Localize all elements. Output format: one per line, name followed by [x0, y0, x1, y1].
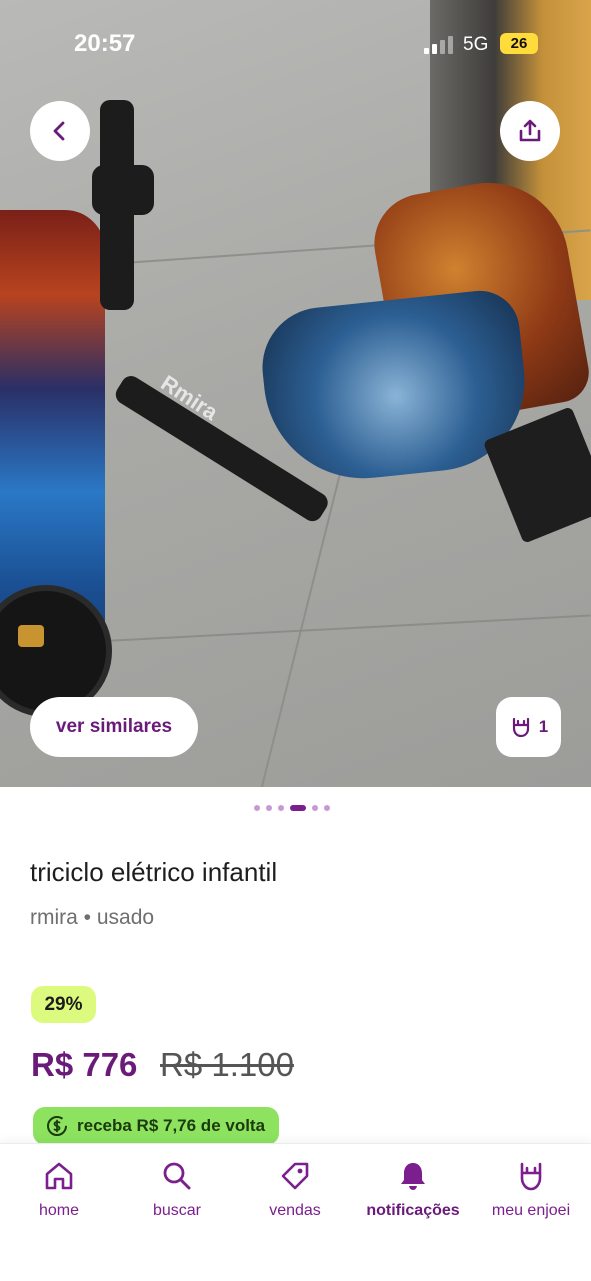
share-button[interactable]	[500, 101, 560, 161]
chevron-left-icon	[53, 121, 65, 141]
battery-indicator: 26	[500, 33, 538, 54]
network-type: 5G	[463, 34, 489, 55]
nav-item-label: buscar	[152, 1202, 202, 1219]
tag-icon	[281, 1162, 309, 1190]
discount-badge: 29%	[31, 986, 96, 1023]
nav-item-profile[interactable]: meu enjoei	[472, 1160, 590, 1220]
search-icon	[163, 1162, 191, 1190]
product-meta: rmira • usado	[30, 906, 154, 930]
nav-item-search[interactable]: buscar	[118, 1160, 236, 1220]
nav-item-sales[interactable]: vendas	[236, 1160, 354, 1220]
pagination-dot-active[interactable]	[290, 805, 306, 811]
cashback-icon	[47, 1116, 67, 1136]
pagination-dot[interactable]	[278, 805, 284, 811]
product-old-price: R$ 1.100	[160, 1046, 294, 1083]
scooter-hub	[18, 625, 44, 647]
status-bar: 20:57 5G 26	[0, 0, 591, 88]
nav-item-home[interactable]: home	[0, 1160, 118, 1220]
product-price: R$ 776	[31, 1046, 138, 1083]
cashback-label: receba R$ 7,76 de volta	[77, 1116, 266, 1135]
status-time: 20:57	[74, 30, 136, 57]
rock-hand-icon	[520, 1162, 542, 1191]
bell-icon	[401, 1163, 425, 1190]
pagination-dot[interactable]	[254, 805, 260, 811]
signal-icon	[424, 36, 454, 54]
like-count: 1	[538, 717, 549, 736]
nav-item-label: notificações	[366, 1202, 460, 1219]
nav-item-label: vendas	[269, 1202, 321, 1219]
rock-hand-icon	[512, 717, 529, 738]
back-button[interactable]	[30, 101, 90, 161]
handlebar-grip	[92, 165, 154, 215]
pagination-dot[interactable]	[312, 805, 318, 811]
home-icon	[45, 1162, 73, 1190]
pagination-dot[interactable]	[266, 805, 272, 811]
nav-item-label: home	[38, 1202, 80, 1219]
product-title: triciclo elétrico infantil	[30, 857, 278, 887]
nav-item-notifications[interactable]: notificações	[354, 1160, 472, 1220]
meta-separator: •	[77, 906, 97, 929]
gallery-pagination[interactable]	[254, 805, 330, 811]
like-button[interactable]: 1	[496, 697, 561, 757]
pagination-dot[interactable]	[324, 805, 330, 811]
share-icon	[519, 119, 541, 142]
product-condition: usado	[96, 906, 155, 929]
nav-item-label: meu enjoei	[491, 1202, 571, 1219]
product-brand[interactable]: rmira	[30, 906, 78, 929]
similar-button-label: ver similares	[55, 716, 173, 737]
similar-button[interactable]: ver similares	[30, 697, 198, 757]
bottom-navigation: home buscar vendas notificações meu enjo…	[0, 1143, 591, 1281]
cashback-badge[interactable]: receba R$ 7,76 de volta	[33, 1107, 280, 1145]
